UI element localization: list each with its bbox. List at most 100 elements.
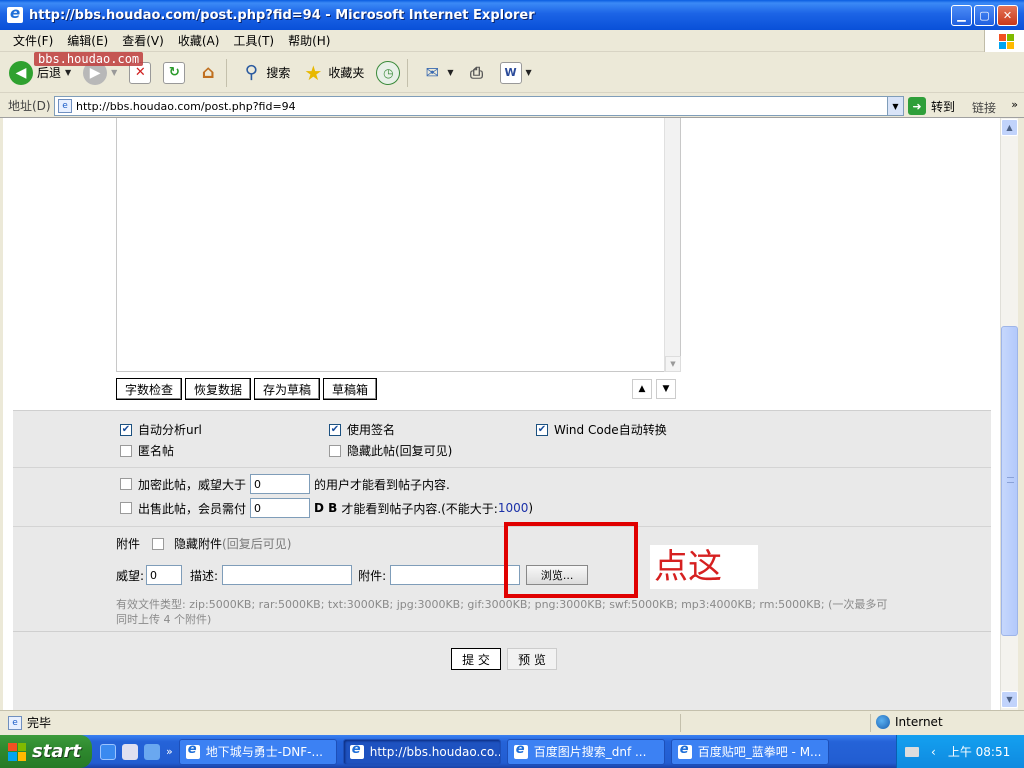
ie-quicklaunch-icon[interactable] — [100, 743, 116, 760]
drafts-button[interactable]: 草稿箱 — [323, 378, 378, 400]
home-button[interactable]: ⌂ — [194, 58, 222, 88]
encrypt-prestige-input[interactable]: 0 — [250, 474, 311, 494]
chevron-down-icon[interactable]: ▼ — [65, 68, 71, 77]
address-input[interactable]: e http://bbs.houdao.com/post.php?fid=94 … — [54, 96, 904, 116]
favorites-button[interactable]: ★ 收藏夹 — [299, 58, 367, 88]
mail-button[interactable]: ✉ ▼ — [418, 58, 456, 88]
address-label: 地址(D) — [8, 99, 51, 113]
ie-icon — [185, 742, 200, 759]
attachment-file-input[interactable] — [390, 565, 521, 585]
expand-up-button[interactable]: ▲ — [632, 379, 652, 399]
toolbar-separator — [407, 58, 409, 87]
post-options-panel: ✔ 自动分析url ✔ 使用签名 ✔ Wind Code自动转换 匿名帖 隐藏此… — [13, 410, 991, 632]
chevron-down-icon[interactable]: ▼ — [111, 68, 117, 77]
menu-view[interactable]: 查看(V) — [115, 32, 171, 49]
start-button[interactable]: start — [0, 735, 92, 768]
go-button[interactable]: ➜ 转到 — [908, 97, 955, 115]
sell-price-input[interactable]: 0 — [250, 498, 311, 518]
history-icon: ◷ — [376, 60, 401, 85]
status-bar: e 完毕 Internet — [0, 710, 1024, 734]
desktop-quicklaunch-icon[interactable] — [144, 743, 160, 760]
scroll-down-icon[interactable]: ▼ — [665, 356, 681, 372]
post-content-textarea[interactable]: ▼ — [116, 118, 681, 372]
security-zone: Internet — [876, 715, 943, 729]
printer-icon: ⎙ — [470, 62, 483, 82]
windows-flag-icon — [8, 742, 26, 761]
scroll-down-icon[interactable]: ▼ — [1001, 691, 1018, 708]
address-bar: 地址(D) e http://bbs.houdao.com/post.php?f… — [0, 94, 1024, 118]
hide-attachment-checkbox[interactable] — [152, 537, 165, 550]
search-icon: ⚲ — [244, 62, 258, 83]
maximize-button[interactable]: ▢ — [974, 5, 995, 26]
chevron-right-icon[interactable]: » — [1011, 98, 1018, 111]
scroll-up-icon[interactable]: ▲ — [1001, 119, 1018, 136]
wind-code-option[interactable]: ✔ Wind Code自动转换 — [536, 421, 667, 438]
links-button[interactable]: 链接 — [972, 99, 996, 116]
menu-tools[interactable]: 工具(T) — [226, 32, 281, 49]
menu-edit[interactable]: 编辑(E) — [60, 32, 115, 49]
refresh-icon: ↻ — [163, 61, 186, 84]
signature-checkbox[interactable]: ✔ — [329, 423, 341, 436]
back-arrow-icon: ◀ — [9, 60, 33, 85]
hide-post-option[interactable]: 隐藏此帖(回复可见) — [329, 442, 452, 459]
menu-favorites[interactable]: 收藏(A) — [171, 32, 227, 49]
auto-url-option[interactable]: ✔ 自动分析url — [120, 421, 202, 438]
status-text: 完毕 — [27, 716, 52, 730]
taskbar-item[interactable]: 百度图片搜索_dnf ... — [506, 738, 665, 765]
menu-help[interactable]: 帮助(H) — [281, 32, 337, 49]
status-divider — [680, 714, 681, 732]
chevron-left-icon[interactable]: ‹ — [931, 745, 936, 759]
anonymous-option[interactable]: 匿名帖 — [120, 442, 174, 459]
search-button[interactable]: ⚲ 搜索 — [237, 58, 293, 88]
ie-icon — [513, 742, 528, 759]
restore-data-button[interactable]: 恢复数据 — [185, 378, 252, 400]
sell-checkbox[interactable] — [120, 502, 132, 514]
chevron-down-icon[interactable]: ▼ — [526, 68, 532, 77]
media-quicklaunch-icon[interactable] — [122, 743, 138, 760]
clock: 上午 08:51 — [947, 745, 1011, 759]
chevron-right-icon[interactable]: » — [166, 745, 173, 758]
expand-down-button[interactable]: ▼ — [656, 379, 676, 399]
auto-url-checkbox[interactable]: ✔ — [120, 423, 132, 436]
taskbar-item[interactable]: http://bbs.houdao.co... — [342, 738, 501, 765]
ie-icon — [7, 4, 23, 23]
submit-area: 提 交 预 览 — [13, 632, 991, 710]
save-draft-button[interactable]: 存为草稿 — [254, 378, 321, 400]
signature-option[interactable]: ✔ 使用签名 — [329, 421, 395, 438]
anonymous-checkbox[interactable] — [120, 444, 132, 457]
annotation-highlight-box — [504, 522, 638, 598]
menu-file[interactable]: 文件(F) — [6, 32, 60, 49]
hide-post-checkbox[interactable] — [329, 444, 341, 457]
keyboard-icon[interactable] — [905, 746, 919, 757]
mail-icon: ✉ — [425, 63, 440, 82]
word-count-button[interactable]: 字数检查 — [116, 378, 183, 400]
go-arrow-icon: ➜ — [908, 97, 926, 115]
quick-launch: » — [100, 743, 173, 760]
system-tray: ‹ 上午 08:51 — [896, 735, 1024, 768]
grip-icon — [1007, 477, 1014, 483]
textarea-scrollbar[interactable]: ▼ — [664, 118, 681, 372]
chevron-down-icon[interactable]: ▼ — [447, 68, 453, 77]
edit-button[interactable]: W ▼ — [497, 58, 535, 88]
taskbar-item[interactable]: 地下城与勇士-DNF-... — [178, 738, 337, 765]
title-bar: http://bbs.houdao.com/post.php?fid=94 - … — [0, 0, 1024, 30]
print-button[interactable]: ⎙ — [463, 58, 491, 88]
taskbar-item[interactable]: 百度贴吧_蓝拳吧 - M... — [670, 738, 829, 765]
address-url[interactable]: http://bbs.houdao.com/post.php?fid=94 — [76, 100, 296, 113]
divider — [13, 467, 991, 468]
submit-button[interactable]: 提 交 — [451, 648, 501, 670]
history-button[interactable]: ◷ — [373, 58, 403, 88]
encrypt-checkbox[interactable] — [120, 478, 132, 490]
close-button[interactable]: ✕ — [997, 5, 1018, 26]
annotation-hint-text: 点这 — [650, 545, 758, 589]
attachment-header: 附件 隐藏附件 (回复后可见) — [116, 537, 292, 551]
scroll-thumb[interactable] — [1001, 326, 1018, 636]
page-scrollbar[interactable]: ▲ ▼ — [1000, 118, 1018, 710]
refresh-button[interactable]: ↻ — [160, 58, 188, 88]
wind-code-checkbox[interactable]: ✔ — [536, 423, 548, 436]
chevron-down-icon[interactable]: ▼ — [887, 97, 903, 115]
attachment-prestige-input[interactable]: 0 — [146, 565, 183, 585]
preview-button[interactable]: 预 览 — [507, 648, 557, 670]
attachment-description-input[interactable] — [222, 565, 353, 585]
minimize-button[interactable]: ▁ — [951, 5, 972, 26]
